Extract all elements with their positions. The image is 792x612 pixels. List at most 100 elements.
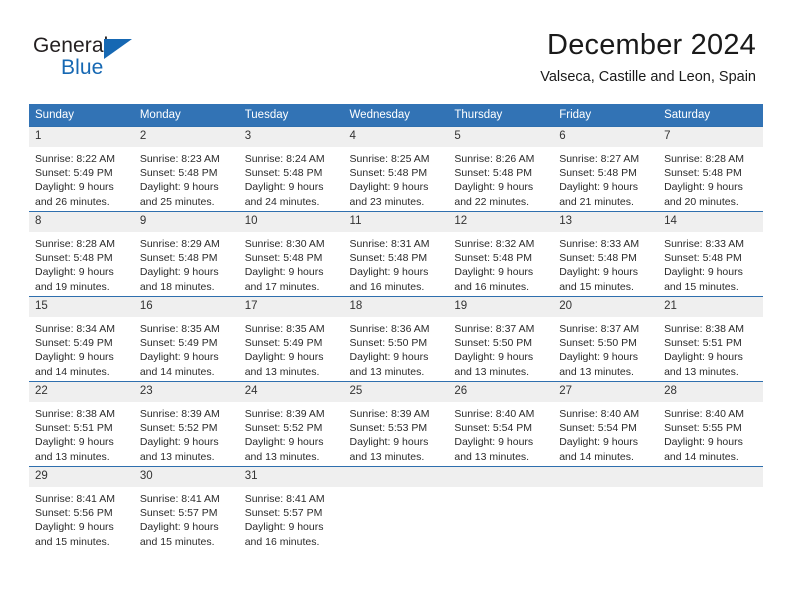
calendar-day-cell[interactable]: 22 Sunrise: 8:38 AM Sunset: 5:51 PM Dayligh… xyxy=(29,381,134,467)
calendar-day-cell[interactable]: 6 Sunrise: 8:27 AM Sunset: 5:48 PM Daylight… xyxy=(553,126,659,212)
sunset-text: Sunset: 5:54 PM xyxy=(559,422,637,435)
calendar-day-cell[interactable]: 4 Sunrise: 8:25 AM Sunset: 5:48 PM Daylight… xyxy=(343,126,449,212)
day-number: 3 xyxy=(238,127,344,147)
day-number: 6 xyxy=(553,127,659,147)
calendar-day-cell[interactable]: 24 Sunrise: 8:39 AM Sunset: 5:52 PM Dayligh… xyxy=(238,381,344,467)
calendar-day-cell-empty xyxy=(553,466,659,551)
daylight-text-line1: Daylight: 9 hours xyxy=(664,181,743,194)
sunrise-text: Sunrise: 8:33 AM xyxy=(664,238,745,250)
day-number: 5 xyxy=(448,127,554,147)
day-number: 24 xyxy=(238,382,344,402)
calendar-day-cell[interactable]: 9 Sunrise: 8:29 AM Sunset: 5:48 PM Daylight… xyxy=(133,211,239,297)
day-number: 27 xyxy=(553,382,659,402)
calendar-day-cell[interactable]: 19 Sunrise: 8:37 AM Sunset: 5:50 PM Dayligh… xyxy=(448,296,554,382)
sunset-text: Sunset: 5:57 PM xyxy=(139,507,218,520)
day-details: Sunrise: 8:39 AM Sunset: 5:52 PM Daylight:… xyxy=(239,402,344,464)
daylight-text-line1: Daylight: 9 hours xyxy=(349,181,429,194)
calendar-day-cell[interactable]: 23 Sunrise: 8:39 AM Sunset: 5:52 PM Dayligh… xyxy=(133,381,239,467)
generalblue-logo[interactable]: General Blue xyxy=(33,34,183,84)
calendar-day-cell[interactable]: 1 Sunrise: 8:22 AM Sunset: 5:49 PM Daylight… xyxy=(29,126,134,212)
day-number: 29 xyxy=(29,467,134,487)
weekday-header-friday: Friday xyxy=(553,104,659,127)
sunrise-text: Sunrise: 8:40 AM xyxy=(664,408,745,420)
day-number xyxy=(553,467,659,487)
day-number: 12 xyxy=(448,212,554,232)
day-number: 30 xyxy=(133,467,239,487)
day-details: Sunrise: 8:40 AM Sunset: 5:55 PM Daylight:… xyxy=(658,402,763,464)
sunset-text: Sunset: 5:48 PM xyxy=(454,252,533,265)
day-details: Sunrise: 8:38 AM Sunset: 5:51 PM Daylight:… xyxy=(658,317,763,379)
daylight-text-line2: and 21 minutes. xyxy=(559,195,634,208)
day-details: Sunrise: 8:37 AM Sunset: 5:50 PM Daylight:… xyxy=(448,317,553,379)
calendar-day-cell[interactable]: 5 Sunrise: 8:26 AM Sunset: 5:48 PM Daylight… xyxy=(448,126,554,212)
calendar-day-cell[interactable]: 31 Sunrise: 8:41 AM Sunset: 5:57 PM Dayligh… xyxy=(238,466,344,551)
daylight-text-line2: and 15 minutes. xyxy=(559,280,634,293)
day-details: Sunrise: 8:38 AM Sunset: 5:51 PM Daylight:… xyxy=(29,402,134,464)
sunset-text: Sunset: 5:48 PM xyxy=(349,252,428,265)
day-number: 19 xyxy=(448,297,554,317)
calendar-day-cell[interactable]: 16 Sunrise: 8:35 AM Sunset: 5:49 PM Dayligh… xyxy=(133,296,239,382)
daylight-text-line2: and 16 minutes. xyxy=(454,280,530,293)
daylight-text-line2: and 13 minutes. xyxy=(559,365,634,378)
calendar-day-cell[interactable]: 18 Sunrise: 8:36 AM Sunset: 5:50 PM Dayligh… xyxy=(343,296,449,382)
sunrise-text: Sunrise: 8:40 AM xyxy=(559,408,640,420)
daylight-text-line1: Daylight: 9 hours xyxy=(244,521,324,534)
daylight-text-line1: Daylight: 9 hours xyxy=(454,266,534,279)
day-details: Sunrise: 8:28 AM Sunset: 5:48 PM Daylight:… xyxy=(658,147,763,209)
daylight-text-line2: and 14 minutes. xyxy=(559,450,634,463)
day-details: Sunrise: 8:25 AM Sunset: 5:48 PM Daylight:… xyxy=(344,147,449,209)
calendar-day-cell[interactable]: 27 Sunrise: 8:40 AM Sunset: 5:54 PM Dayligh… xyxy=(553,381,659,467)
day-details: Sunrise: 8:32 AM Sunset: 5:48 PM Daylight:… xyxy=(448,232,553,294)
calendar-day-cell[interactable]: 29 Sunrise: 8:41 AM Sunset: 5:56 PM Dayligh… xyxy=(29,466,134,551)
calendar-day-cell[interactable]: 2 Sunrise: 8:23 AM Sunset: 5:48 PM Daylight… xyxy=(133,126,239,212)
day-number: 18 xyxy=(343,297,449,317)
daylight-text-line2: and 13 minutes. xyxy=(244,365,320,378)
calendar-week-row: 1 Sunrise: 8:22 AM Sunset: 5:49 PM Daylight… xyxy=(29,126,763,212)
calendar-day-cell[interactable]: 14 Sunrise: 8:33 AM Sunset: 5:48 PM Dayligh… xyxy=(658,211,763,297)
calendar-day-cell[interactable]: 30 Sunrise: 8:41 AM Sunset: 5:57 PM Dayligh… xyxy=(133,466,239,551)
day-number xyxy=(343,467,449,487)
day-number: 10 xyxy=(238,212,344,232)
day-number: 22 xyxy=(29,382,134,402)
calendar-day-cell[interactable]: 3 Sunrise: 8:24 AM Sunset: 5:48 PM Daylight… xyxy=(238,126,344,212)
calendar-day-cell[interactable]: 26 Sunrise: 8:40 AM Sunset: 5:54 PM Dayligh… xyxy=(448,381,554,467)
daylight-text-line2: and 23 minutes. xyxy=(349,195,425,208)
sunset-text: Sunset: 5:48 PM xyxy=(244,167,323,180)
daylight-text-line2: and 20 minutes. xyxy=(664,195,739,208)
calendar-day-cell[interactable]: 12 Sunrise: 8:32 AM Sunset: 5:48 PM Dayligh… xyxy=(448,211,554,297)
calendar-day-cell[interactable]: 10 Sunrise: 8:30 AM Sunset: 5:48 PM Dayligh… xyxy=(238,211,344,297)
daylight-text-line2: and 13 minutes. xyxy=(349,450,425,463)
calendar-day-cell[interactable]: 20 Sunrise: 8:37 AM Sunset: 5:50 PM Dayligh… xyxy=(553,296,659,382)
sunset-text: Sunset: 5:52 PM xyxy=(244,422,323,435)
calendar-day-cell[interactable]: 17 Sunrise: 8:35 AM Sunset: 5:49 PM Dayligh… xyxy=(238,296,344,382)
calendar-week-row: 8 Sunrise: 8:28 AM Sunset: 5:48 PM Daylight… xyxy=(29,211,763,297)
sunset-text: Sunset: 5:52 PM xyxy=(139,422,218,435)
calendar-day-cell[interactable]: 21 Sunrise: 8:38 AM Sunset: 5:51 PM Dayligh… xyxy=(658,296,763,382)
daylight-text-line2: and 13 minutes. xyxy=(349,365,425,378)
day-number: 11 xyxy=(343,212,449,232)
sunset-text: Sunset: 5:49 PM xyxy=(139,337,218,350)
sunrise-text: Sunrise: 8:41 AM xyxy=(35,493,115,505)
calendar-day-cell[interactable]: 7 Sunrise: 8:28 AM Sunset: 5:48 PM Daylight… xyxy=(658,126,763,212)
calendar-day-cell[interactable]: 15 Sunrise: 8:34 AM Sunset: 5:49 PM Dayligh… xyxy=(29,296,134,382)
sunset-text: Sunset: 5:49 PM xyxy=(35,167,113,180)
day-number: 31 xyxy=(238,467,344,487)
sunrise-text: Sunrise: 8:34 AM xyxy=(35,323,115,335)
calendar-day-cell[interactable]: 25 Sunrise: 8:39 AM Sunset: 5:53 PM Dayligh… xyxy=(343,381,449,467)
daylight-text-line2: and 15 minutes. xyxy=(664,280,739,293)
day-number: 4 xyxy=(343,127,449,147)
calendar-day-cell[interactable]: 28 Sunrise: 8:40 AM Sunset: 5:55 PM Dayligh… xyxy=(658,381,763,467)
weekday-header-sunday: Sunday xyxy=(29,104,134,127)
daylight-text-line2: and 14 minutes. xyxy=(664,450,739,463)
day-details: Sunrise: 8:41 AM Sunset: 5:57 PM Daylight:… xyxy=(239,487,344,549)
sunrise-text: Sunrise: 8:30 AM xyxy=(244,238,325,250)
day-details: Sunrise: 8:30 AM Sunset: 5:48 PM Daylight:… xyxy=(239,232,344,294)
page-subtitle: Valseca, Castille and Leon, Spain xyxy=(540,69,756,85)
daylight-text-line1: Daylight: 9 hours xyxy=(139,351,219,364)
calendar-day-cell[interactable]: 13 Sunrise: 8:33 AM Sunset: 5:48 PM Dayligh… xyxy=(553,211,659,297)
calendar-day-cell-empty xyxy=(448,466,554,551)
daylight-text-line1: Daylight: 9 hours xyxy=(454,351,534,364)
calendar-day-cell[interactable]: 11 Sunrise: 8:31 AM Sunset: 5:48 PM Dayligh… xyxy=(343,211,449,297)
calendar-day-cell[interactable]: 8 Sunrise: 8:28 AM Sunset: 5:48 PM Daylight… xyxy=(29,211,134,297)
sunrise-text: Sunrise: 8:32 AM xyxy=(454,238,535,250)
